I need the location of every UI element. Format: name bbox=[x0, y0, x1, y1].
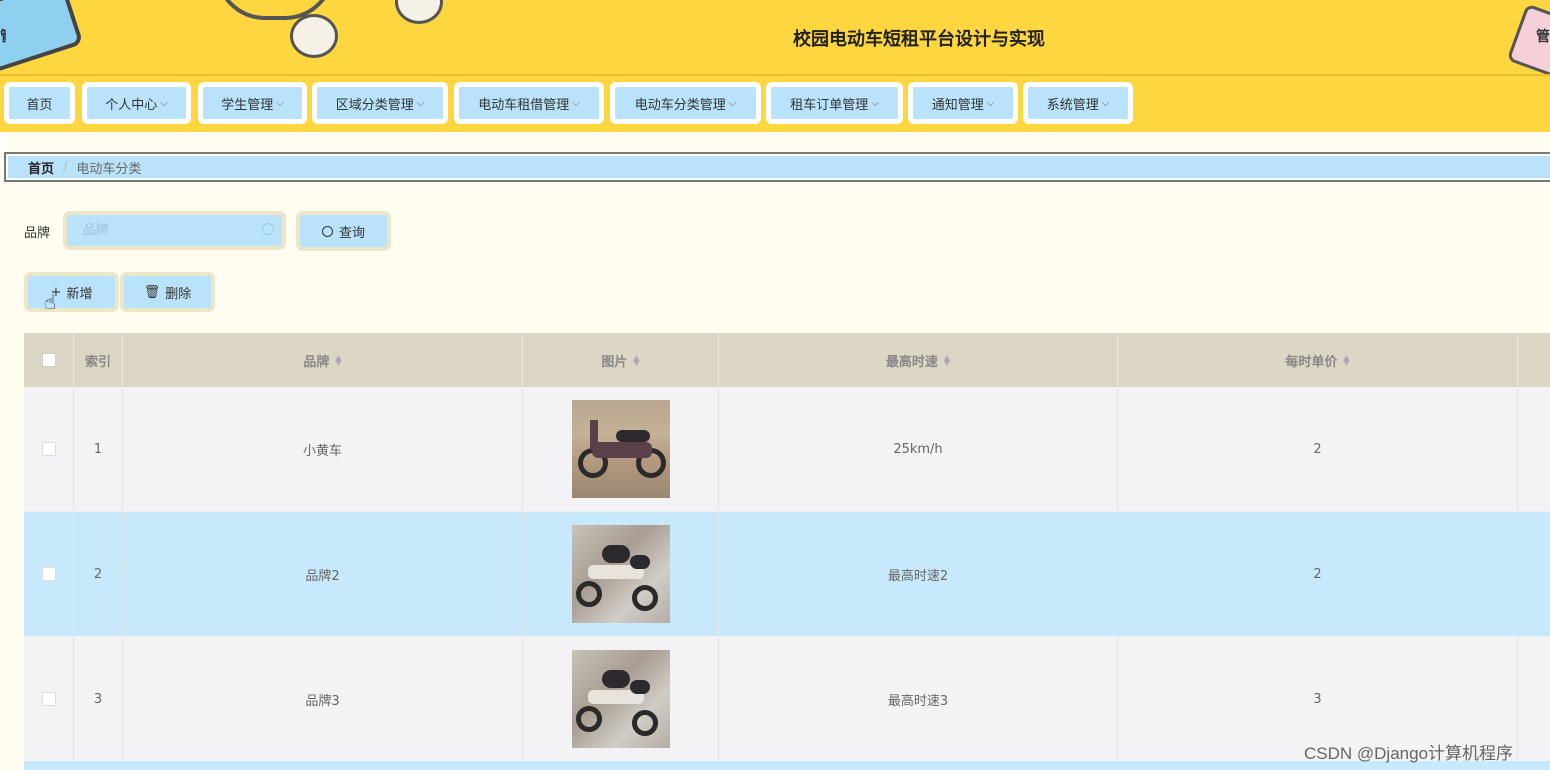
column-header-max-speed[interactable]: 最高时速 ▲ ▼ bbox=[719, 333, 1118, 387]
row-image-cell bbox=[523, 637, 719, 761]
ebike-photo[interactable] bbox=[571, 650, 670, 748]
row-checkbox-cell bbox=[24, 512, 74, 636]
earbud-decoration bbox=[395, 0, 443, 24]
nav-item-label: 首页 bbox=[26, 97, 53, 113]
main-nav: 首页 个人中心 ⌵ 学生管理 ⌵ 区域分类管理 ⌵ 电动车租借管理 ⌵ 电动车分类管理 ⌵… bbox=[0, 74, 1550, 132]
nav-item-ebike-category[interactable]: 电动车分类管理 ⌵ bbox=[610, 82, 761, 124]
search-icon bbox=[262, 223, 274, 235]
chevron-down-icon: ⌵ bbox=[276, 97, 284, 109]
row-actions-cell bbox=[1518, 512, 1550, 636]
chevron-down-icon: ⌵ bbox=[416, 97, 425, 109]
chevron-down-icon: ⌵ bbox=[871, 97, 879, 109]
nav-item-notice-management[interactable]: 通知管理 ⌵ bbox=[908, 82, 1018, 124]
row-checkbox-cell bbox=[24, 387, 74, 511]
hand-cursor-icon: ☝ bbox=[44, 290, 57, 314]
chevron-down-icon: ⌵ bbox=[986, 97, 995, 109]
column-header-image[interactable]: 图片 ▲ ▼ bbox=[523, 333, 719, 387]
ebike-category-table: 索引 品牌 ▲ ▼ 图片 ▲ ▼ 最高时速 ▲ ▼ 每时单价 ▲ ▼ 1 小黄车 25km/h … bbox=[24, 333, 1550, 762]
nav-item-personal-center[interactable]: 个人中心 ⌵ bbox=[82, 82, 191, 124]
row-hourly-price: 2 bbox=[1118, 387, 1518, 511]
nav-item-label: 学生管理 bbox=[221, 97, 274, 113]
watermark: CSDN @Django计算机程序 bbox=[1304, 744, 1514, 763]
divider bbox=[0, 132, 4, 152]
site-title: 校园电动车短租平台设计与实现 bbox=[793, 29, 1045, 50]
sort-icon[interactable]: ▲ ▼ bbox=[944, 354, 950, 367]
delete-button-label: 删除 bbox=[165, 286, 192, 302]
nav-item-label: 电动车租借管理 bbox=[478, 97, 570, 113]
table-row[interactable]: 2 品牌2 最高时速2 2 bbox=[24, 512, 1550, 637]
sort-icon[interactable]: ▲ ▼ bbox=[335, 354, 341, 367]
row-max-speed: 最高时速2 bbox=[719, 512, 1118, 636]
sort-icon[interactable]: ▲ ▼ bbox=[633, 354, 639, 367]
nav-item-system-management[interactable]: 系统管理 ⌵ bbox=[1023, 82, 1133, 124]
row-index: 3 bbox=[74, 637, 123, 761]
row-checkbox-cell bbox=[24, 637, 74, 761]
row-image-cell bbox=[523, 387, 719, 511]
breadcrumb: 首页 / 电动车分类 bbox=[4, 152, 1550, 182]
column-header-actions bbox=[1518, 333, 1550, 387]
row-actions-cell bbox=[1518, 637, 1550, 761]
chevron-down-icon: ⌵ bbox=[1101, 97, 1110, 109]
column-header-label: 最高时速 bbox=[885, 354, 938, 370]
brand-search-field bbox=[63, 211, 286, 250]
nav-item-label: 个人中心 bbox=[105, 97, 158, 113]
sort-icon[interactable]: ▲ ▼ bbox=[1343, 354, 1349, 367]
nav-item-label: 通知管理 bbox=[931, 97, 984, 113]
row-checkbox[interactable] bbox=[41, 567, 56, 581]
row-checkbox[interactable] bbox=[41, 692, 56, 706]
chevron-down-icon: ⌵ bbox=[160, 97, 168, 109]
breadcrumb-current: 电动车分类 bbox=[76, 161, 142, 177]
row-image-cell bbox=[523, 512, 719, 636]
nav-item-label: 区域分类管理 bbox=[335, 97, 414, 113]
nav-item-area-category[interactable]: 区域分类管理 ⌵ bbox=[312, 82, 448, 124]
row-max-speed: 25km/h bbox=[719, 387, 1118, 511]
select-all-checkbox[interactable] bbox=[41, 353, 56, 367]
nav-item-student-management[interactable]: 学生管理 ⌵ bbox=[198, 82, 307, 124]
row-index: 1 bbox=[74, 387, 123, 511]
column-header-label: 品牌 bbox=[303, 354, 330, 370]
site-header: 管 管 校园电动车短租平台设计与实现 bbox=[0, 0, 1550, 74]
query-button[interactable]: 查询 bbox=[296, 211, 391, 251]
table-header: 索引 品牌 ▲ ▼ 图片 ▲ ▼ 最高时速 ▲ ▼ 每时单价 ▲ ▼ bbox=[24, 333, 1550, 387]
row-brand: 品牌2 bbox=[123, 512, 523, 636]
trash-icon: 🗑 bbox=[143, 284, 161, 300]
search-icon bbox=[321, 225, 333, 237]
search-label: 品牌 bbox=[24, 226, 51, 241]
query-button-label: 查询 bbox=[338, 225, 365, 241]
nav-item-rental-orders[interactable]: 租车订单管理 ⌵ bbox=[766, 82, 903, 124]
chevron-down-icon: ⌵ bbox=[572, 97, 580, 109]
column-header-index: 索引 bbox=[74, 333, 123, 387]
column-header-brand[interactable]: 品牌 ▲ ▼ bbox=[123, 333, 523, 387]
nav-item-label: 电动车分类管理 bbox=[634, 97, 726, 113]
select-all-cell bbox=[24, 333, 74, 387]
nav-item-ebike-rental[interactable]: 电动车租借管理 ⌵ bbox=[454, 82, 604, 124]
row-index: 2 bbox=[74, 512, 123, 636]
add-button-label: 新增 bbox=[66, 286, 93, 302]
nav-item-home[interactable]: 首页 bbox=[4, 82, 75, 124]
column-header-label: 图片 bbox=[601, 354, 628, 370]
breadcrumb-separator: / bbox=[63, 159, 68, 175]
row-brand: 小黄车 bbox=[123, 387, 523, 511]
nav-item-label: 系统管理 bbox=[1046, 97, 1099, 113]
ebike-photo[interactable] bbox=[571, 525, 670, 623]
nav-item-label: 租车订单管理 bbox=[790, 97, 869, 113]
row-actions-cell bbox=[1518, 387, 1550, 511]
delete-button[interactable]: 🗑 删除 bbox=[120, 272, 215, 312]
row-checkbox[interactable] bbox=[41, 442, 56, 456]
add-button[interactable]: + 新增 bbox=[24, 272, 119, 312]
row-hourly-price: 2 bbox=[1118, 512, 1518, 636]
brand-search-input[interactable] bbox=[67, 215, 282, 246]
column-header-hourly-price[interactable]: 每时单价 ▲ ▼ bbox=[1118, 333, 1518, 387]
row-max-speed: 最高时速3 bbox=[719, 637, 1118, 761]
row-brand: 品牌3 bbox=[123, 637, 523, 761]
column-header-label: 每时单价 bbox=[1285, 354, 1338, 370]
breadcrumb-home[interactable]: 首页 bbox=[28, 158, 54, 177]
chevron-down-icon: ⌵ bbox=[728, 97, 737, 109]
table-row[interactable]: 1 小黄车 25km/h 2 bbox=[24, 387, 1550, 512]
ebike-photo[interactable] bbox=[571, 400, 670, 498]
